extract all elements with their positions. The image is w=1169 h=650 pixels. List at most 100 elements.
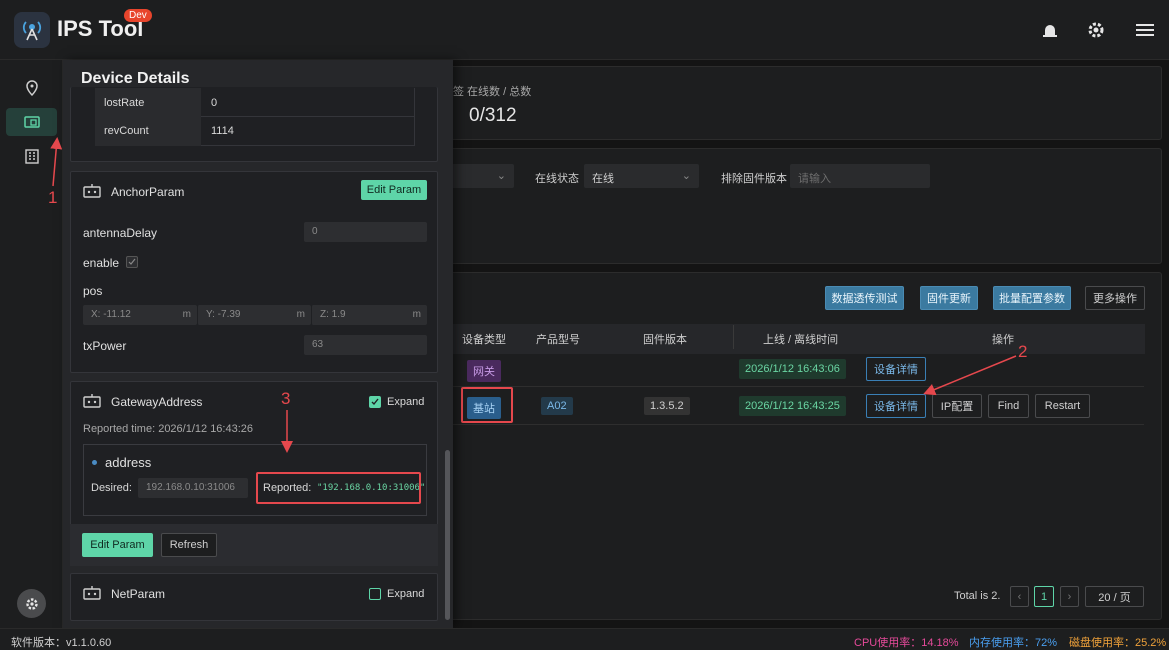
robot-icon [83, 184, 101, 201]
refresh-button[interactable]: Refresh [161, 533, 217, 557]
pos-y-field[interactable]: Y: -7.39 m [197, 305, 311, 325]
firmware-tag: 1.3.5.2 [644, 397, 690, 415]
status-bar: 软件版本：v1.1.0.60 CPU使用率：14.18% 内存使用率：72% 磁… [0, 628, 1169, 650]
panel-scrollbar[interactable] [445, 450, 450, 620]
col-firmware: 固件版本 [643, 334, 687, 346]
cpu-usage: CPU使用率：14.18% [854, 637, 959, 649]
col-device-type: 设备类型 [462, 334, 506, 346]
page-number[interactable]: 1 [1034, 586, 1054, 607]
net-param-section: NetParam Expand [70, 573, 438, 621]
col-online-time: 上线 / 离线时间 [763, 334, 839, 346]
online-time: 2026/1/12 16:43:25 [739, 396, 846, 416]
filter-exclude-input[interactable]: 请输入 [790, 164, 930, 188]
restart-button[interactable]: Restart [1035, 394, 1090, 418]
firmware-update-button[interactable]: 固件更新 [920, 286, 978, 310]
stats-section: lostRate 0 revCount 1114 [70, 87, 438, 162]
device-details-panel: Device Details lostRate 0 revCount 1114 … [63, 60, 453, 628]
stat-value: 1114 [211, 125, 234, 137]
device-detail-button[interactable]: 设备详情 [866, 357, 926, 381]
robot-icon [83, 586, 101, 603]
total-count: Total is 2. [954, 590, 1001, 602]
highlight-box [256, 472, 421, 504]
ip-config-button[interactable]: IP配置 [932, 394, 982, 418]
gateway-edit-param-button[interactable]: Edit Param [82, 533, 153, 557]
filter-online-select[interactable]: 在线 ⌄ [584, 164, 699, 188]
filter-exclude-label: 排除固件版本 [721, 173, 787, 185]
device-table-card: 数据透传测试 固件更新 批量配置参数 更多操作 [446, 272, 1162, 620]
annotation-label: 1 [48, 188, 58, 207]
annotation-label: 3 [281, 389, 291, 408]
filter-online-label: 在线状态 [535, 173, 579, 185]
antenna-delay-field[interactable]: 0 [304, 222, 427, 242]
section-title: GatewayAddress [111, 395, 203, 409]
dev-badge: Dev [124, 9, 152, 22]
desired-field[interactable]: 192.168.0.10:31006 [138, 478, 248, 498]
pos-z-value: Z: 1.9 [320, 309, 346, 320]
next-page-button[interactable]: › [1060, 586, 1079, 607]
reported-time: Reported time: 2026/1/12 16:43:26 [83, 423, 254, 435]
section-title: AnchorParam [111, 185, 185, 199]
stat-key: revCount [104, 125, 149, 137]
page-size-select[interactable]: 20 / 页 [1085, 586, 1144, 607]
section-title: NetParam [111, 587, 166, 601]
app-logo-icon [14, 12, 50, 48]
pos-y-value: Y: -7.39 [206, 309, 241, 320]
batch-config-button[interactable]: 批量配置参数 [993, 286, 1071, 310]
unit-label: m [182, 309, 191, 320]
online-stat-label: 签 在线数 / 总数 [453, 86, 532, 98]
stat-key: lostRate [104, 97, 145, 109]
antenna-delay-label: antennaDelay [83, 226, 158, 240]
unit-label: m [296, 309, 305, 320]
menu-icon[interactable] [1134, 19, 1156, 41]
bullet-dot [92, 460, 97, 465]
pos-x-value: X: -11.12 [91, 309, 131, 320]
disk-usage: 磁盘使用率：25.2% [1069, 637, 1167, 649]
chevron-down-icon: ⌄ [681, 170, 691, 182]
settings-fab-icon[interactable] [17, 589, 46, 618]
stat-card: 签 在线数 / 总数 0/312 [446, 66, 1162, 140]
pos-z-field[interactable]: Z: 1.9 m [311, 305, 427, 325]
tx-power-field[interactable]: 63 [304, 335, 427, 355]
top-bar: IPS Tool Dev [0, 0, 1169, 60]
online-time: 2026/1/12 16:43:06 [739, 359, 846, 379]
filter-online-value: 在线 [592, 173, 614, 185]
field-name: address [105, 455, 152, 470]
desired-label: Desired: [91, 482, 132, 494]
filter-card: ⌄ 在线状态 在线 ⌄ 排除固件版本 请输入 [446, 148, 1162, 264]
memory-usage: 内存使用率：72% [969, 637, 1058, 649]
settings-gear-icon[interactable] [1085, 19, 1107, 41]
device-type-tag: 网关 [467, 360, 501, 382]
version-label: 软件版本：v1.1.0.60 [11, 637, 112, 649]
highlight-box [461, 387, 513, 423]
data-passthrough-test-button[interactable]: 数据透传测试 [825, 286, 904, 310]
expand-label: Expand [387, 588, 425, 600]
expand-checkbox[interactable] [369, 588, 381, 600]
alarm-icon[interactable] [1039, 19, 1061, 41]
anchor-edit-param-button[interactable]: Edit Param [361, 180, 427, 200]
filter-select-left[interactable]: ⌄ [447, 164, 514, 188]
stat-value: 0 [211, 97, 218, 109]
unit-label: m [412, 309, 421, 320]
sidebar [0, 60, 63, 628]
tx-power-label: txPower [83, 339, 127, 353]
pos-label: pos [83, 284, 103, 298]
device-nav-icon[interactable] [6, 108, 57, 136]
prev-page-button[interactable]: ‹ [1010, 586, 1029, 607]
expand-checkbox[interactable] [369, 396, 381, 408]
more-actions-button[interactable]: 更多操作 [1085, 286, 1145, 310]
find-button[interactable]: Find [988, 394, 1029, 418]
product-model-tag: A02 [541, 397, 573, 415]
col-product-model: 产品型号 [536, 334, 580, 346]
col-actions: 操作 [992, 334, 1014, 346]
building-nav-icon[interactable] [6, 142, 57, 170]
expand-label: Expand [387, 396, 425, 408]
device-detail-button[interactable]: 设备详情 [866, 394, 926, 418]
annotation-label: 2 [1018, 342, 1028, 361]
enable-checkbox[interactable] [126, 256, 138, 268]
robot-icon [83, 394, 101, 411]
enable-label: enable [83, 256, 120, 270]
map-nav-icon[interactable] [6, 74, 57, 102]
anchor-param-section: AnchorParam Edit Param antennaDelay 0 en… [70, 171, 438, 373]
pos-x-field[interactable]: X: -11.12 m [83, 305, 197, 325]
online-stat-value: 0/312 [469, 105, 517, 126]
